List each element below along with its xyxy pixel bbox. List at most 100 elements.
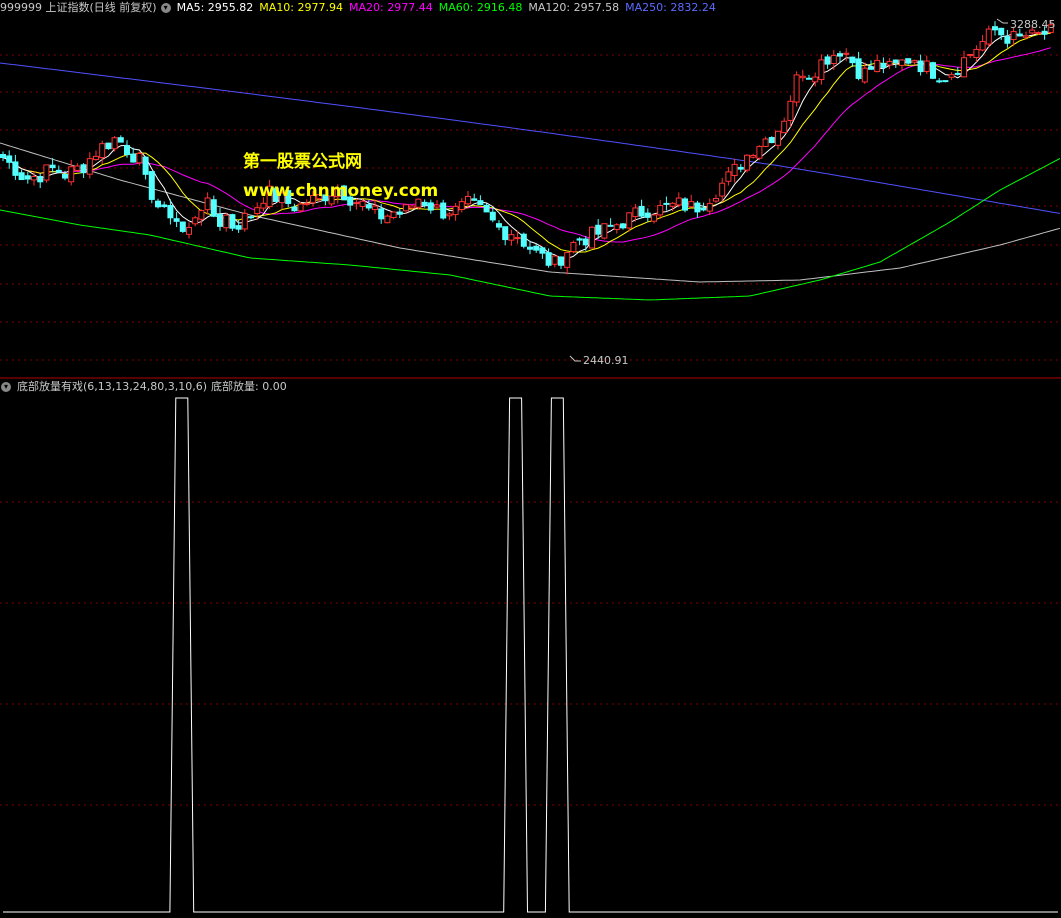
candle-body <box>186 226 192 235</box>
candle-body <box>595 224 602 235</box>
candle-body <box>241 212 248 230</box>
ma10-line <box>2 32 1051 253</box>
low-price-label: 2440.91 <box>583 354 629 367</box>
candle-body <box>403 204 409 212</box>
candle-body <box>508 234 515 241</box>
watermark-url: www.chnmoney.com <box>243 181 439 201</box>
candle-body <box>725 171 732 182</box>
candle-body <box>1016 33 1023 37</box>
candle-body <box>99 143 106 159</box>
candle-body <box>372 205 378 211</box>
candle-body <box>719 182 726 197</box>
candle-body <box>973 48 980 59</box>
candle-body <box>365 204 372 209</box>
candle-body <box>31 176 37 181</box>
candle-body <box>905 58 912 64</box>
candle-body <box>663 202 670 205</box>
candle-body <box>210 199 217 217</box>
candle-body <box>998 27 1005 36</box>
candle-body <box>750 154 757 158</box>
candle-body <box>985 28 992 45</box>
candle-body <box>117 137 124 143</box>
candle-body <box>706 203 713 212</box>
candle-body <box>936 80 943 83</box>
candle-body <box>874 59 881 73</box>
candle-body <box>204 197 211 211</box>
candle-body <box>6 155 13 163</box>
candle-body <box>489 211 496 221</box>
candle-body <box>744 154 750 171</box>
candle-body <box>427 202 434 211</box>
high-marker-line <box>996 18 1008 24</box>
candle-body <box>942 80 949 83</box>
ma250-label: MA250: 2832.24 <box>625 1 716 14</box>
ma20-label: MA20: 2977.44 <box>349 1 433 14</box>
candle-body <box>80 164 87 174</box>
candle-body <box>465 195 471 205</box>
candle-body <box>824 56 831 65</box>
candle-body <box>799 75 806 79</box>
high-price-label: 3288.45 <box>1010 18 1056 31</box>
candle-body <box>68 166 75 183</box>
candle-body <box>917 60 924 73</box>
candle-body <box>179 221 186 232</box>
candle-body <box>837 53 843 57</box>
candle-body <box>43 164 50 181</box>
candle-body <box>24 175 31 180</box>
candle-body <box>396 211 403 215</box>
candle-body <box>155 200 161 208</box>
indicator-value: 底部放量: 0.00 <box>211 380 287 393</box>
candle-body <box>173 218 180 222</box>
kline-chart-svg[interactable] <box>0 0 1061 918</box>
candle-body <box>527 246 533 250</box>
candle-body <box>86 158 93 175</box>
candle-body <box>55 169 62 173</box>
ma120-label: MA120: 2957.58 <box>528 1 620 14</box>
candle-body <box>37 176 44 183</box>
settings-circle-icon[interactable]: ▾ <box>160 3 171 13</box>
candle-body <box>167 204 174 219</box>
candle-body <box>248 216 254 219</box>
candle-body <box>892 59 899 64</box>
candle-body <box>620 223 626 229</box>
ma60-label: MA60: 2916.48 <box>438 1 523 14</box>
candle-body <box>682 198 688 211</box>
candle-body <box>948 74 955 78</box>
candle-body <box>961 57 967 78</box>
candle-body <box>762 138 769 148</box>
candle-body <box>1010 31 1017 41</box>
candle-body <box>483 204 490 213</box>
candle-body <box>136 152 143 164</box>
candle-body <box>558 256 564 266</box>
candle-body <box>880 62 887 68</box>
candle-body <box>551 255 558 265</box>
watermark-title: 第一股票公式网 <box>243 152 362 172</box>
candle-body <box>930 62 936 79</box>
candle-body <box>0 153 6 159</box>
candle-body <box>539 247 546 254</box>
candle-body <box>669 202 676 207</box>
candle-body <box>142 156 149 175</box>
candle-body <box>638 205 645 217</box>
candle-body <box>768 137 775 144</box>
candle-body <box>582 238 589 246</box>
candle-body <box>229 214 236 229</box>
candle-body <box>477 200 484 206</box>
indicator-settings-circle-icon[interactable]: ▾ <box>1 382 11 392</box>
candle-body <box>471 198 478 201</box>
candle-body <box>651 214 657 222</box>
candle-body <box>979 41 986 51</box>
candle-body <box>260 202 267 209</box>
candle-body <box>992 26 998 31</box>
candle-body <box>446 213 453 217</box>
candle-body <box>830 54 837 65</box>
candle-body <box>855 58 862 79</box>
candle-body <box>440 202 447 219</box>
candle-body <box>390 211 397 218</box>
candle-body <box>18 172 25 181</box>
main-chart-header: 999999 上证指数(日线 前复权) ▾ MA5: 2955.82 MA10: 29… <box>0 0 722 16</box>
candle-body <box>161 204 168 208</box>
candle-body <box>812 76 819 83</box>
candle-body <box>564 252 571 268</box>
candle-body <box>520 233 527 247</box>
